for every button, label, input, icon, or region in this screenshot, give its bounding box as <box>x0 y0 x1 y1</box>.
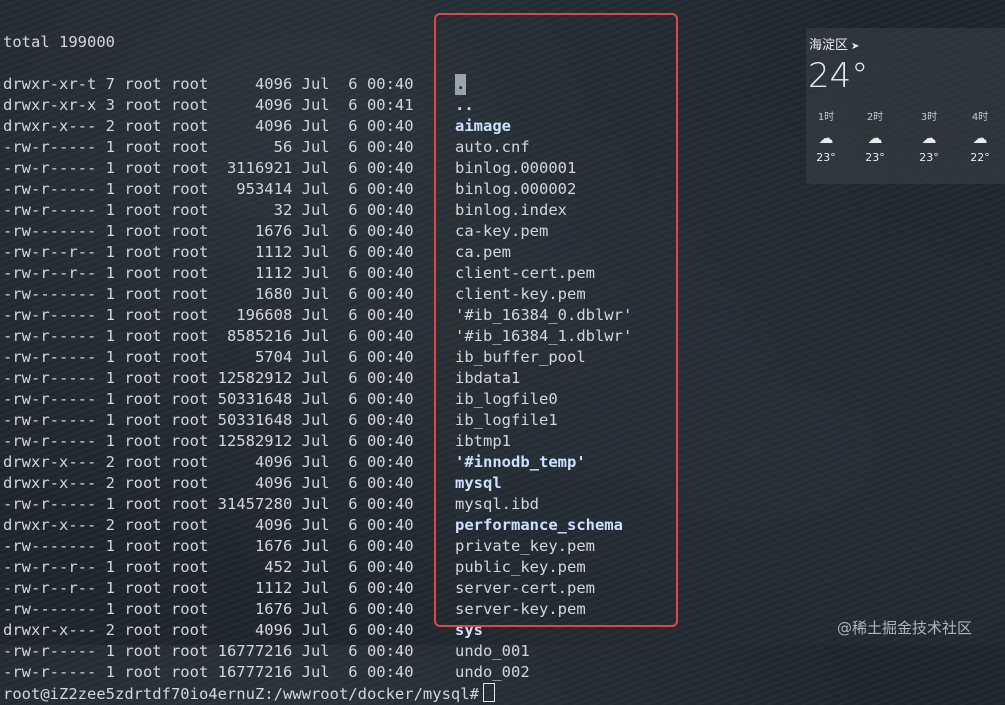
weather-temperature: 24° <box>808 56 869 96</box>
file-list-row: -rw-r----- 1 root root 50331648 Jul 6 00… <box>3 389 558 410</box>
file-name: undo_002 <box>455 663 530 681</box>
file-list-row: -rw-r----- 1 root root 8585216 Jul 6 00:… <box>3 326 632 347</box>
file-name: undo_001 <box>455 642 530 660</box>
file-metadata: -rw-r----- 1 root root 12582912 Jul 6 00… <box>3 432 414 450</box>
weather-hour-temp: 23° <box>865 151 885 164</box>
file-metadata: -rw-r----- 1 root root 16777216 Jul 6 00… <box>3 663 414 681</box>
file-list-row: -rw-r----- 1 root root 5704 Jul 6 00:40 i… <box>3 347 586 368</box>
cloud-moon-icon: ☁ <box>921 129 937 147</box>
file-metadata: -rw------- 1 root root 1676 Jul 6 00:40 <box>3 537 414 555</box>
file-list-row: -rw-r--r-- 1 root root 1112 Jul 6 00:40 s… <box>3 578 595 599</box>
weather-hour-item: 4时 ☁ 22° <box>960 108 1000 164</box>
file-list-row: -rw-r--r-- 1 root root 1112 Jul 6 00:40 c… <box>3 242 511 263</box>
file-list-row: drwxr-xr-x 3 root root 4096 Jul 6 00:41.… <box>3 95 495 116</box>
file-metadata: -rw-r--r-- 1 root root 452 Jul 6 00:40 <box>3 558 414 576</box>
file-list-row: -rw------- 1 root root 1676 Jul 6 00:40 c… <box>3 221 548 242</box>
file-list-row: -rw-r----- 1 root root 953414 Jul 6 00:4… <box>3 179 576 200</box>
cloud-moon-icon: ☁ <box>972 129 988 147</box>
weather-hour-label: 3时 <box>920 112 938 123</box>
file-list-row: -rw-r----- 1 root root 12582912 Jul 6 00… <box>3 368 520 389</box>
file-list-row: -rw-r----- 1 root root 50331648 Jul 6 00… <box>3 410 558 431</box>
file-metadata: -rw-r----- 1 root root 12582912 Jul 6 00… <box>3 369 414 387</box>
weather-hour-item: 1时 ☁ 23° <box>806 108 846 164</box>
file-list-row: -rw-r----- 1 root root 196608 Jul 6 00:4… <box>3 305 632 326</box>
file-metadata: drwxr-x--- 2 root root 4096 Jul 6 00:40 <box>3 453 414 471</box>
file-list-row: -rw-r----- 1 root root 3116921 Jul 6 00:… <box>3 158 576 179</box>
file-metadata: drwxr-x--- 2 root root 4096 Jul 6 00:40 <box>3 516 414 534</box>
cloud-icon: ☁ <box>867 129 883 147</box>
file-list-row: drwxr-x--- 2 root root 4096 Jul 6 00:40 p… <box>3 515 623 536</box>
file-metadata: drwxr-x--- 2 root root 4096 Jul 6 00:40 <box>3 117 414 135</box>
weather-hour-temp: 22° <box>970 151 990 164</box>
file-list-row: -rw-r--r-- 1 root root 452 Jul 6 00:40 pu… <box>3 557 586 578</box>
file-metadata: -rw------- 1 root root 1680 Jul 6 00:40 <box>3 285 414 303</box>
file-metadata: -rw-r----- 1 root root 32 Jul 6 00:40 <box>3 201 414 219</box>
watermark: @稀土掘金技术社区 <box>837 619 973 637</box>
file-metadata: -rw-r----- 1 root root 31457280 Jul 6 00… <box>3 495 414 513</box>
weather-hour-temp: 23° <box>816 151 836 164</box>
file-list-row: -rw------- 1 root root 1676 Jul 6 00:40 s… <box>3 599 586 620</box>
weather-location: 海淀区 ➤ <box>809 34 859 53</box>
file-list-row: -rw-r----- 1 root root 16777216 Jul 6 00… <box>3 641 530 662</box>
location-arrow-icon: ➤ <box>851 41 860 52</box>
file-list-row: -rw-r----- 1 root root 56 Jul 6 00:40 aut… <box>3 137 530 158</box>
weather-hour-item: 3时 ☁ 23° <box>909 108 949 164</box>
file-metadata: -rw-r----- 1 root root 50331648 Jul 6 00… <box>3 390 414 408</box>
shell-prompt-line[interactable]: root@iZ2zee5zdrtdf70io4ernuZ:/wwwroot/do… <box>3 683 495 704</box>
terminal-output[interactable]: total 199000 drwxr-xr-t 7 root root 4096… <box>3 0 632 704</box>
file-metadata: -rw------- 1 root root 1676 Jul 6 00:40 <box>3 222 414 240</box>
highlight-annotation-box <box>434 13 678 627</box>
weather-hour-label: 4时 <box>971 112 989 123</box>
cloud-icon: ☁ <box>818 129 834 147</box>
file-metadata: -rw-r----- 1 root root 953414 Jul 6 00:4… <box>3 180 414 198</box>
file-metadata: -rw-r----- 1 root root 5704 Jul 6 00:40 <box>3 348 414 366</box>
file-list-row: -rw-r--r-- 1 root root 1112 Jul 6 00:40 c… <box>3 263 595 284</box>
weather-location-label: 海淀区 <box>809 38 849 53</box>
file-metadata: -rw-r--r-- 1 root root 1112 Jul 6 00:40 <box>3 264 414 282</box>
file-list-row: -rw-r----- 1 root root 12582912 Jul 6 00… <box>3 431 511 452</box>
weather-hour-label: 2时 <box>866 112 884 123</box>
file-metadata: -rw-r----- 1 root root 50331648 Jul 6 00… <box>3 411 414 429</box>
weather-widget[interactable]: 海淀区 ➤ 24° 1时 ☁ 23° 2时 ☁ 23° 3时 ☁ 23° 4时 ☁ 22° <box>806 28 1005 184</box>
weather-hour-item: 2时 ☁ 23° <box>855 108 895 164</box>
file-metadata: -rw-r----- 1 root root 8585216 Jul 6 00:… <box>3 327 414 345</box>
file-list-row: -rw------- 1 root root 1676 Jul 6 00:40 p… <box>3 536 595 557</box>
file-list-row: -rw-r----- 1 root root 32 Jul 6 00:40 bin… <box>3 200 567 221</box>
file-list-row: drwxr-x--- 2 root root 4096 Jul 6 00:40 a… <box>3 116 511 137</box>
file-metadata: -rw-r----- 1 root root 56 Jul 6 00:40 <box>3 138 414 156</box>
file-list-row: drwxr-xr-t 7 root root 4096 Jul 6 00:40. <box>3 74 495 95</box>
file-metadata: -rw-r--r-- 1 root root 1112 Jul 6 00:40 <box>3 579 414 597</box>
text-cursor[interactable] <box>482 683 495 702</box>
file-list-row: drwxr-x--- 2 root root 4096 Jul 6 00:40 s… <box>3 620 495 641</box>
file-list-row: drwxr-x--- 2 root root 4096 Jul 6 00:40 '… <box>3 452 586 473</box>
weather-hour-label: 1时 <box>817 112 835 123</box>
file-metadata: drwxr-x--- 2 root root 4096 Jul 6 00:40 <box>3 474 414 492</box>
file-metadata: -rw------- 1 root root 1676 Jul 6 00:40 <box>3 600 414 618</box>
file-list-row: -rw-r----- 1 root root 16777216 Jul 6 00… <box>3 662 530 683</box>
file-list-row: -rw------- 1 root root 1680 Jul 6 00:40 c… <box>3 284 586 305</box>
file-list-row: drwxr-x--- 2 root root 4096 Jul 6 00:40 m… <box>3 473 502 494</box>
file-metadata: -rw-r--r-- 1 root root 1112 Jul 6 00:40 <box>3 243 414 261</box>
shell-prompt: root@iZ2zee5zdrtdf70io4ernuZ:/wwwroot/do… <box>3 685 479 703</box>
file-metadata: -rw-r----- 1 root root 3116921 Jul 6 00:… <box>3 159 414 177</box>
file-metadata: drwxr-xr-x 3 root root 4096 Jul 6 00:41 <box>3 96 414 114</box>
weather-hour-temp: 23° <box>919 151 939 164</box>
file-metadata: -rw-r----- 1 root root 196608 Jul 6 00:4… <box>3 306 414 324</box>
terminal-total-line: total 199000 <box>3 33 115 51</box>
file-metadata: drwxr-xr-t 7 root root 4096 Jul 6 00:40 <box>3 75 414 93</box>
file-metadata: drwxr-x--- 2 root root 4096 Jul 6 00:40 <box>3 621 414 639</box>
file-list-row: -rw-r----- 1 root root 31457280 Jul 6 00… <box>3 494 539 515</box>
